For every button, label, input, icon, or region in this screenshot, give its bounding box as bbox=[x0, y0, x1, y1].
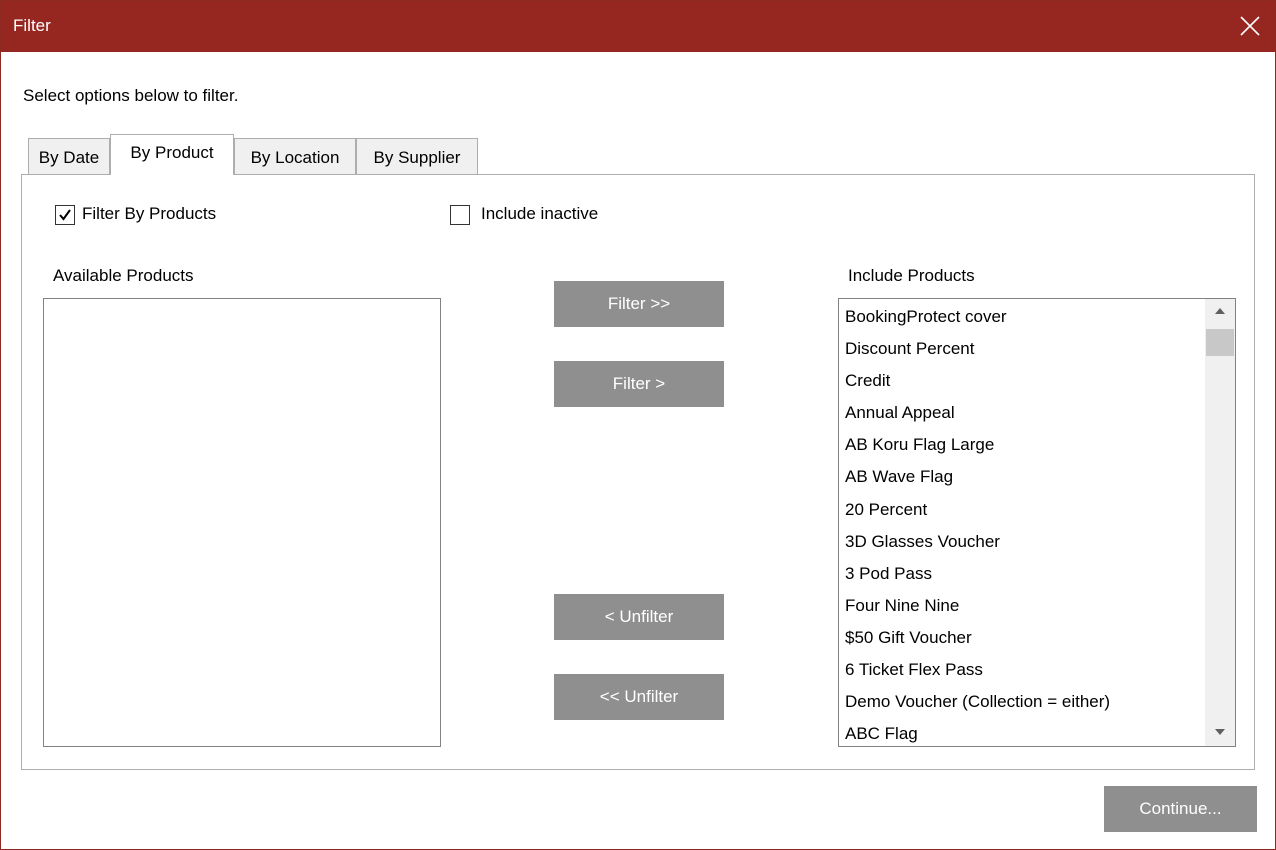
list-item[interactable]: BookingProtect cover bbox=[839, 301, 1205, 333]
list-item[interactable]: Demo Voucher (Collection = either) bbox=[839, 686, 1205, 718]
include-inactive-label[interactable]: Include inactive bbox=[481, 204, 598, 224]
filter-button[interactable]: Filter > bbox=[554, 361, 724, 407]
filter-dialog: Filter Select options below to filter. B… bbox=[0, 0, 1276, 850]
checkmark-icon bbox=[59, 209, 71, 221]
list-item[interactable]: ABC Flag bbox=[839, 718, 1205, 746]
filter-by-products-checkbox[interactable] bbox=[55, 205, 75, 225]
list-item[interactable]: AB Wave Flag bbox=[839, 461, 1205, 493]
arrow-up-icon bbox=[1215, 308, 1225, 314]
filter-all-button[interactable]: Filter >> bbox=[554, 281, 724, 327]
list-item[interactable]: Annual Appeal bbox=[839, 397, 1205, 429]
include-products-list[interactable]: BookingProtect cover Discount Percent Cr… bbox=[838, 298, 1236, 747]
tab-by-date[interactable]: By Date bbox=[28, 138, 110, 175]
tab-by-product[interactable]: By Product bbox=[110, 134, 234, 175]
intro-text: Select options below to filter. bbox=[23, 86, 239, 105]
unfilter-button[interactable]: < Unfilter bbox=[554, 594, 724, 640]
available-products-label: Available Products bbox=[53, 266, 194, 285]
unfilter-all-button[interactable]: << Unfilter bbox=[554, 674, 724, 720]
scroll-thumb[interactable] bbox=[1206, 329, 1234, 356]
list-item[interactable]: Discount Percent bbox=[839, 333, 1205, 365]
scroll-up-button[interactable] bbox=[1205, 301, 1235, 323]
close-icon bbox=[1240, 16, 1260, 36]
list-item[interactable]: $50 Gift Voucher bbox=[839, 622, 1205, 654]
include-products-items: BookingProtect cover Discount Percent Cr… bbox=[839, 299, 1205, 746]
include-products-label: Include Products bbox=[848, 266, 975, 285]
window-title: Filter bbox=[13, 16, 51, 35]
list-item[interactable]: Credit bbox=[839, 365, 1205, 397]
available-products-list[interactable] bbox=[43, 298, 441, 747]
tab-by-supplier[interactable]: By Supplier bbox=[356, 138, 478, 175]
scroll-down-button[interactable] bbox=[1205, 722, 1235, 744]
list-item[interactable]: 3D Glasses Voucher bbox=[839, 526, 1205, 558]
continue-button[interactable]: Continue... bbox=[1104, 786, 1257, 832]
list-item[interactable]: AB Koru Flag Large bbox=[839, 429, 1205, 461]
tab-panel-by-product: Filter By Products Include inactive Avai… bbox=[21, 174, 1255, 770]
vertical-scrollbar[interactable] bbox=[1205, 299, 1235, 746]
list-item[interactable]: 20 Percent bbox=[839, 494, 1205, 526]
tab-by-location[interactable]: By Location bbox=[234, 138, 356, 175]
filter-by-products-label[interactable]: Filter By Products bbox=[82, 204, 216, 224]
title-bar: Filter bbox=[1, 1, 1275, 52]
list-item[interactable]: 3 Pod Pass bbox=[839, 558, 1205, 590]
close-button[interactable] bbox=[1225, 1, 1275, 52]
list-item[interactable]: 6 Ticket Flex Pass bbox=[839, 654, 1205, 686]
list-item[interactable]: Four Nine Nine bbox=[839, 590, 1205, 622]
arrow-down-icon bbox=[1215, 729, 1225, 735]
include-inactive-checkbox[interactable] bbox=[450, 205, 470, 225]
